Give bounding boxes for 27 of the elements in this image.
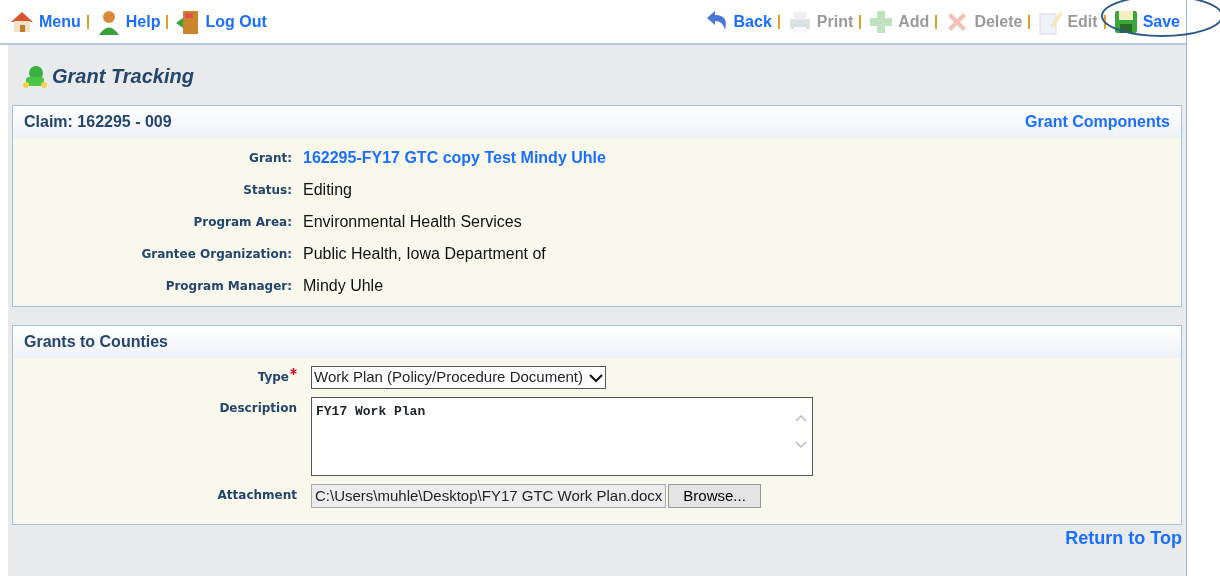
field-value: Editing <box>303 180 352 200</box>
field-label: Grantee Organization: <box>140 246 293 263</box>
logout-link[interactable]: Log Out <box>174 7 267 36</box>
return-to-top-link[interactable]: Return to Top <box>1065 528 1182 548</box>
grant-link[interactable]: 162295-FY17 GTC copy Test Mindy Uhle <box>303 146 606 170</box>
field-label: Grant: <box>248 150 293 167</box>
back-link[interactable]: Back <box>702 7 772 36</box>
field-label: Type <box>13 366 311 386</box>
description-field[interactable]: FY17 Work Plan <box>311 397 813 476</box>
field-label: Program Manager: <box>164 278 293 295</box>
panel-title: Grants to Counties <box>24 333 168 350</box>
field-label: Program Area: <box>192 214 293 231</box>
field-label: Status: <box>242 182 293 199</box>
field-value: Environmental Health Services <box>303 212 522 232</box>
help-link[interactable]: Help <box>94 7 161 36</box>
home-link[interactable]: Menu <box>8 7 81 36</box>
page-title: Grant Tracking <box>52 64 194 89</box>
attachment-field[interactable]: C:\Users\muhle\Desktop\FY17 GTC Work Plan.docx <box>311 484 667 508</box>
field-label: Description <box>218 400 298 417</box>
panel-title: Claim: 162295 - 009 <box>24 112 172 132</box>
field-value: Public Health, Iowa Department of <box>303 244 546 264</box>
grant-components-link[interactable]: Grant Components <box>1025 110 1170 134</box>
browse-button[interactable]: Browse... <box>668 484 761 508</box>
type-dropdown[interactable]: Work Plan (Policy/Procedure Document) <box>311 366 606 389</box>
caret-icon <box>589 372 603 383</box>
field-value: Mindy Uhle <box>303 276 384 296</box>
field-label: Attachment <box>216 487 298 504</box>
